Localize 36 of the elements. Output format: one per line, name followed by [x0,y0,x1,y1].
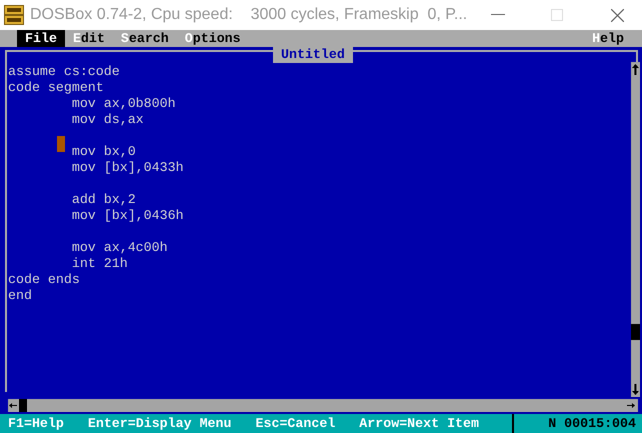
scroll-left-icon[interactable] [9,403,17,408]
key-hint: Esc=Cancel [256,414,336,433]
scroll-up-icon[interactable] [632,64,639,75]
code-line: end [8,288,32,303]
code-line: mov ax,4c00h [70,240,168,255]
vertical-scrollbar[interactable] [631,62,640,397]
scroll-thumb[interactable] [631,324,640,340]
code-line: mov bx,0 [70,144,136,159]
key-hint: Enter=Display Menu [88,414,232,433]
key-hint: F1=Help [8,414,64,433]
scroll-thumb[interactable] [19,399,27,412]
code-line: mov ds,ax [70,112,144,127]
minimize-icon[interactable] [491,14,505,16]
menu-item[interactable]: Search [112,30,177,47]
menu-item[interactable]: Help [584,30,632,47]
code-line: int 21h [70,256,128,271]
cursor-position: N 00015:004 [548,414,636,433]
horizontal-scrollbar[interactable] [8,399,638,412]
code-line: mov [bx],0433h [70,160,184,175]
window-title: DOSBox 0.74-2, Cpu speed: 3000 cycles, Frameskip 0, P... [30,5,468,25]
code-line: mov [bx],0436h [70,208,184,223]
document-title: Untitled [273,47,353,63]
menu-item[interactable]: File [17,30,65,47]
scroll-right-icon[interactable] [627,403,635,408]
app-icon [4,5,24,25]
code-line: mov ax,0b800h [70,96,176,111]
menu-item[interactable]: Options [176,30,249,47]
code-line: code segment [8,80,104,95]
code-line: assume cs:code [8,64,120,79]
scroll-down-icon[interactable] [632,384,639,395]
close-icon[interactable] [611,8,624,22]
menu-item[interactable]: Edit [64,30,113,47]
code-line: add bx,2 [70,192,136,207]
maximize-icon [551,9,563,21]
code-line: code ends [8,272,80,287]
key-hint: Arrow=Next Item [359,414,479,433]
